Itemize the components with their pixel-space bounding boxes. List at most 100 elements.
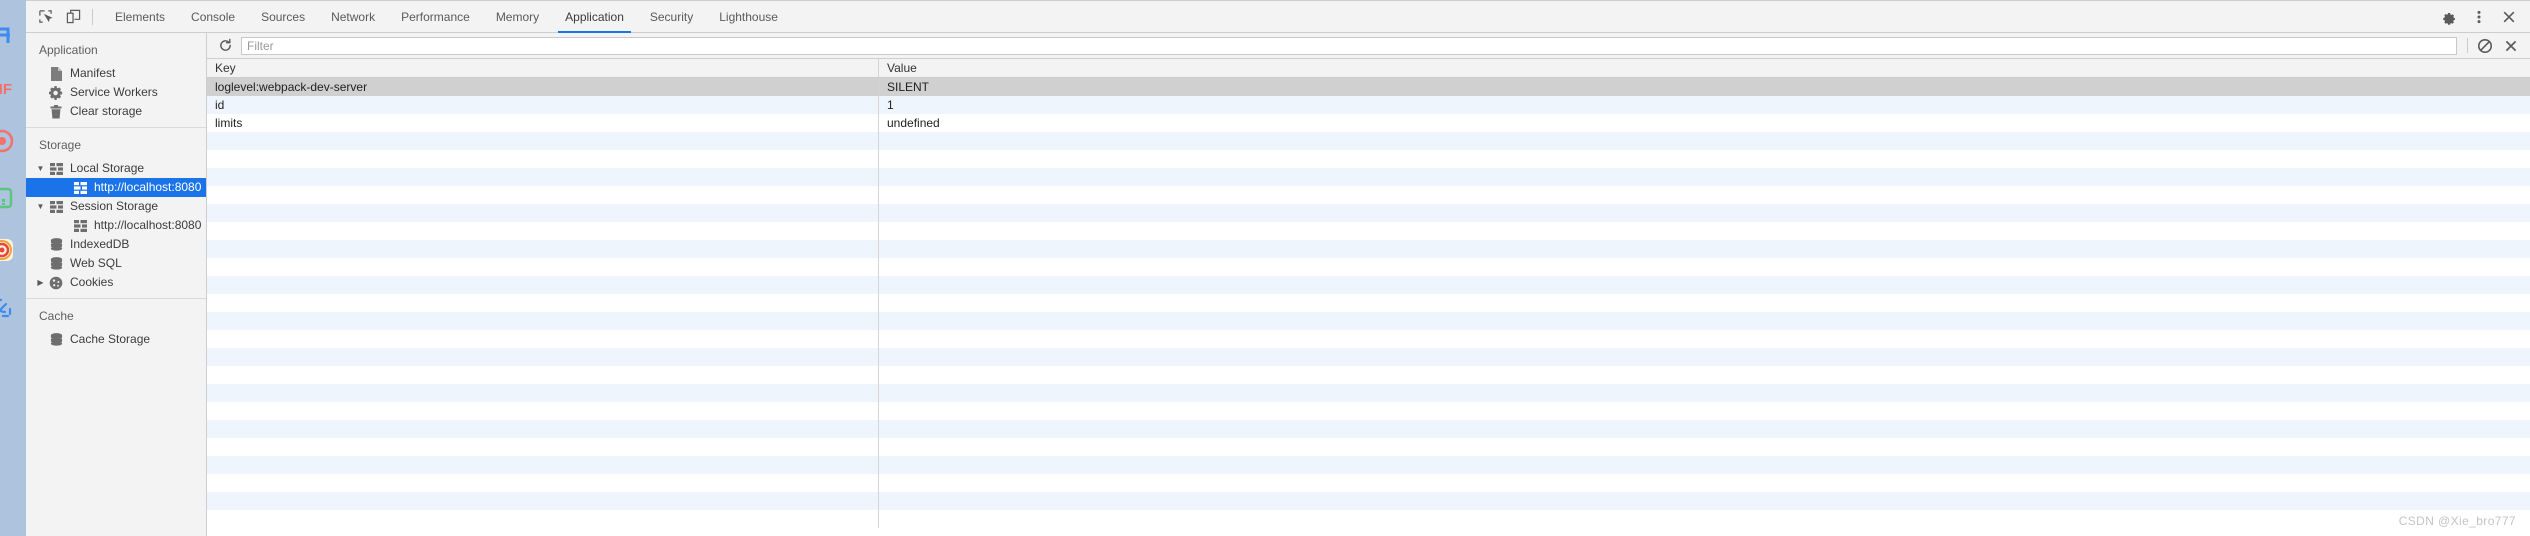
crop-tool-icon[interactable] xyxy=(0,14,20,50)
filter-input[interactable] xyxy=(241,36,2457,55)
table-row-empty xyxy=(207,312,2530,330)
cell-key-empty xyxy=(207,168,879,186)
sidebar-item-session-storage[interactable]: ▼ Session Storage xyxy=(26,197,206,216)
cell-key[interactable]: loglevel:webpack-dev-server xyxy=(207,78,879,96)
tab-security[interactable]: Security xyxy=(637,1,706,33)
tab-console[interactable]: Console xyxy=(178,1,248,33)
sidebar-section-title-cache: Cache xyxy=(39,309,74,323)
sidebar-item-label: Local Storage xyxy=(70,161,145,175)
tab-sources[interactable]: Sources xyxy=(248,1,318,33)
tab-application[interactable]: Application xyxy=(552,1,637,33)
table-row-empty xyxy=(207,204,2530,222)
chevron-down-icon[interactable]: ▼ xyxy=(35,164,46,173)
table-row[interactable]: id 1 xyxy=(207,96,2530,114)
storage-toolbar xyxy=(207,33,2530,59)
table-row-empty xyxy=(207,384,2530,402)
clear-all-icon[interactable] xyxy=(2472,35,2498,57)
column-header-key[interactable]: Key xyxy=(207,59,879,77)
application-sidebar[interactable]: Application Manifest Service Workers Cle… xyxy=(26,33,207,536)
cell-key-empty xyxy=(207,258,879,276)
table-row[interactable]: loglevel:webpack-dev-server SILENT xyxy=(207,78,2530,96)
table-row-empty xyxy=(207,222,2530,240)
tab-label: Security xyxy=(649,9,694,24)
tab-lighthouse[interactable]: Lighthouse xyxy=(706,1,791,33)
database-icon xyxy=(48,257,64,270)
storage-table-icon xyxy=(48,162,64,175)
sidebar-item-web-sql[interactable]: Web SQL xyxy=(26,254,206,273)
storage-data-grid[interactable]: Key Value loglevel:webpack-dev-server SIL… xyxy=(207,59,2530,536)
cell-value-empty xyxy=(879,312,2530,330)
qr-code-icon[interactable] xyxy=(0,180,20,216)
record-circle-icon[interactable] xyxy=(0,123,20,159)
cell-value-empty xyxy=(879,366,2530,384)
browser-extension-strip: NF xyxy=(0,0,26,536)
more-vertical-icon[interactable] xyxy=(2464,4,2494,30)
cell-key-empty xyxy=(207,186,879,204)
refresh-icon[interactable] xyxy=(213,35,237,57)
devtools-tabbar: Elements Console Sources Network Perform… xyxy=(26,1,2530,33)
device-toolbar-icon[interactable] xyxy=(59,4,87,30)
sidebar-item-local-storage-origin[interactable]: http://localhost:8080 xyxy=(26,178,206,197)
svg-text:NF: NF xyxy=(0,81,12,98)
cell-key-empty xyxy=(207,384,879,402)
table-row-empty xyxy=(207,456,2530,474)
target-app-icon[interactable] xyxy=(0,232,20,268)
sidebar-item-cache-storage[interactable]: Cache Storage xyxy=(26,330,206,349)
cell-value-empty xyxy=(879,258,2530,276)
share-nodes-icon[interactable] xyxy=(0,290,20,326)
cell-key-empty xyxy=(207,366,879,384)
close-icon[interactable] xyxy=(2494,4,2524,30)
sidebar-item-cookies[interactable]: ▶ Cookies xyxy=(26,273,206,292)
inspect-element-icon[interactable] xyxy=(31,4,59,30)
toolbar-divider xyxy=(92,8,93,25)
tab-elements[interactable]: Elements xyxy=(102,1,178,33)
tab-label: Elements xyxy=(115,9,166,24)
table-row-empty xyxy=(207,438,2530,456)
sidebar-item-label: http://localhost:8080 xyxy=(94,218,202,232)
cell-value[interactable]: undefined xyxy=(879,114,2530,132)
cell-key-empty xyxy=(207,222,879,240)
sidebar-item-service-workers[interactable]: Service Workers xyxy=(26,83,206,102)
cell-key[interactable]: limits xyxy=(207,114,879,132)
cell-value[interactable]: 1 xyxy=(879,96,2530,114)
chevron-right-icon[interactable]: ▶ xyxy=(35,278,46,287)
cell-value-empty xyxy=(879,204,2530,222)
cell-key-empty xyxy=(207,402,879,420)
table-row[interactable]: limits undefined xyxy=(207,114,2530,132)
trash-icon xyxy=(48,104,64,119)
sidebar-section-title-application: Application xyxy=(39,43,98,57)
table-row-empty xyxy=(207,474,2530,492)
tab-network[interactable]: Network xyxy=(318,1,388,33)
cell-key-empty xyxy=(207,132,879,150)
tab-label: Performance xyxy=(401,9,470,24)
cell-key[interactable]: id xyxy=(207,96,879,114)
tab-memory[interactable]: Memory xyxy=(483,1,552,33)
gear-icon[interactable] xyxy=(2434,4,2464,30)
table-row-empty xyxy=(207,132,2530,150)
cell-value-empty xyxy=(879,186,2530,204)
column-header-value[interactable]: Value xyxy=(879,59,2530,77)
tab-label: Memory xyxy=(495,9,540,24)
cell-value-empty xyxy=(879,168,2530,186)
tabbar-right-controls xyxy=(2434,1,2524,33)
nf-text-icon[interactable]: NF xyxy=(0,70,20,106)
application-panel: Application Manifest Service Workers Cle… xyxy=(26,33,2530,536)
cell-key-empty xyxy=(207,276,879,294)
table-row-empty xyxy=(207,168,2530,186)
sidebar-item-indexeddb[interactable]: IndexedDB xyxy=(26,235,206,254)
database-icon xyxy=(48,333,64,346)
cell-key-empty xyxy=(207,312,879,330)
cell-key-empty xyxy=(207,474,879,492)
table-row-empty xyxy=(207,240,2530,258)
delete-selected-icon[interactable] xyxy=(2498,35,2524,57)
sidebar-item-manifest[interactable]: Manifest xyxy=(26,64,206,83)
cell-value[interactable]: SILENT xyxy=(879,78,2530,96)
chevron-down-icon[interactable]: ▼ xyxy=(35,202,46,211)
tab-label: Console xyxy=(191,9,236,24)
sidebar-item-label: Cookies xyxy=(70,275,114,289)
sidebar-item-local-storage[interactable]: ▼ Local Storage xyxy=(26,159,206,178)
sidebar-item-clear-storage[interactable]: Clear storage xyxy=(26,102,206,121)
tab-performance[interactable]: Performance xyxy=(388,1,483,33)
cell-key-empty xyxy=(207,492,879,510)
sidebar-item-session-storage-origin[interactable]: http://localhost:8080 xyxy=(26,216,206,235)
